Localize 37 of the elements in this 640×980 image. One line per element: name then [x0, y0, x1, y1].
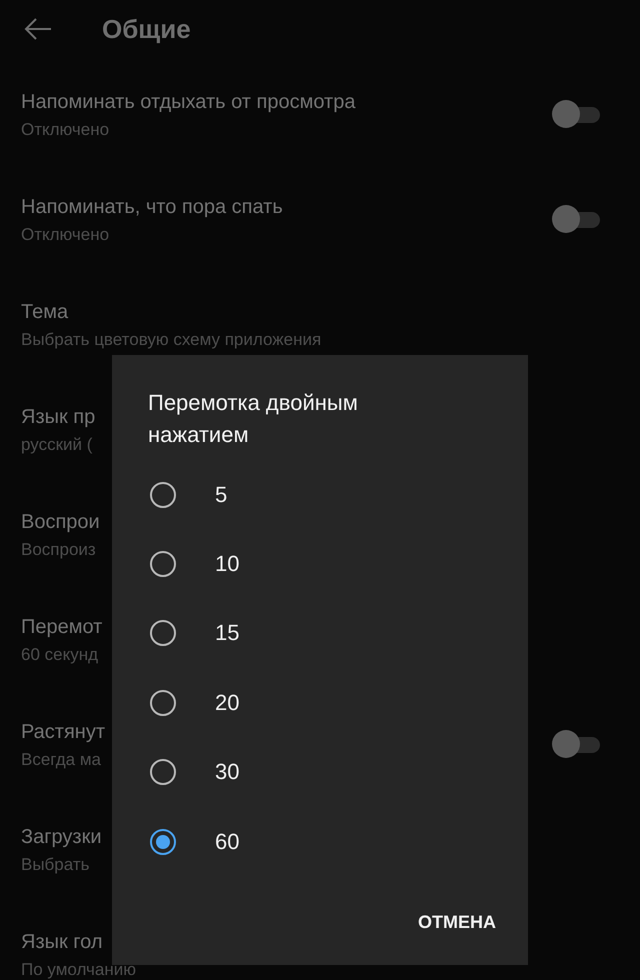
- back-icon[interactable]: [24, 18, 52, 40]
- option-label[interactable]: 30: [215, 759, 240, 786]
- setting-title[interactable]: Воспрои: [21, 509, 100, 535]
- radio-button[interactable]: [150, 482, 176, 508]
- setting-subtitle: Отключено: [21, 224, 110, 246]
- radio-button[interactable]: [150, 551, 176, 578]
- setting-subtitle: По умолчанию: [21, 959, 136, 980]
- option-label[interactable]: 10: [215, 551, 240, 578]
- radio-button[interactable]: [150, 620, 176, 646]
- setting-title[interactable]: Загрузки: [21, 824, 102, 850]
- option-label[interactable]: 5: [215, 482, 228, 508]
- toggle-switch[interactable]: [552, 204, 600, 234]
- page-title: Общие: [102, 14, 191, 44]
- radio-button[interactable]: [150, 828, 176, 855]
- setting-subtitle: Воспроиз: [21, 539, 96, 561]
- setting-subtitle: Выбрать цветовую схему приложения: [21, 329, 322, 351]
- setting-title[interactable]: Тема: [21, 299, 68, 325]
- radio-button[interactable]: [150, 759, 176, 786]
- cancel-button[interactable]: ОТМЕНА: [418, 904, 496, 942]
- toggle-switch[interactable]: [552, 99, 600, 129]
- radio-button[interactable]: [150, 690, 176, 716]
- setting-subtitle: Всегда ма: [21, 749, 101, 771]
- setting-title[interactable]: Растянут: [21, 719, 105, 745]
- setting-subtitle: русский (: [21, 434, 92, 456]
- setting-title[interactable]: Язык гол: [21, 929, 103, 955]
- toggle-switch[interactable]: [552, 729, 600, 759]
- setting-subtitle: Отключено: [21, 119, 110, 141]
- setting-title[interactable]: Перемот: [21, 614, 102, 640]
- setting-title[interactable]: Напоминать, что пора спать: [21, 194, 283, 220]
- setting-title[interactable]: Напоминать отдыхать от просмотра: [21, 89, 356, 115]
- setting-subtitle: Выбрать: [21, 854, 90, 876]
- option-label[interactable]: 15: [215, 620, 240, 646]
- setting-title[interactable]: Язык пр: [21, 404, 96, 430]
- setting-subtitle: 60 секунд: [21, 644, 98, 666]
- dialog-title: Перемотка двойным нажатием: [148, 389, 359, 449]
- option-label[interactable]: 60: [215, 828, 240, 855]
- option-label[interactable]: 20: [215, 690, 240, 716]
